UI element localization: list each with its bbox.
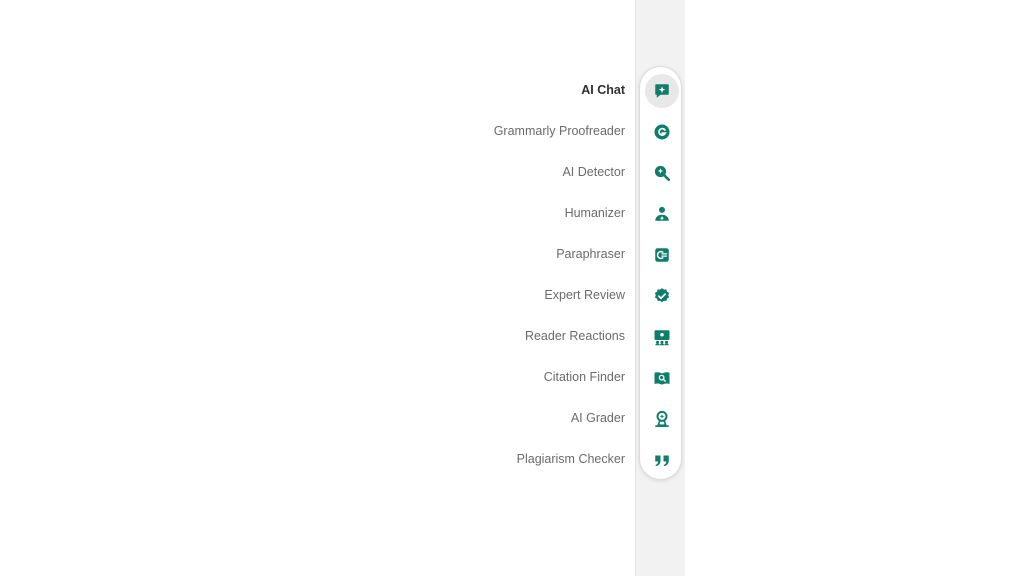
grammarly-icon [654,124,669,139]
reader-reactions-button[interactable] [640,316,683,357]
paraphraser-button[interactable] [640,234,683,275]
tool-label-ai-chat[interactable]: AI Chat [380,69,625,110]
agent-toolbar [639,66,682,480]
plagiarism-checker-icon [654,455,669,466]
tool-labels: AI Chat Grammarly Proofreader AI Detecto… [380,69,625,479]
ai-detector-button[interactable] [640,152,683,193]
ai-chat-icon [654,83,669,98]
citation-finder-icon [654,371,669,385]
tool-label-citation-finder[interactable]: Citation Finder [380,356,625,397]
tool-label-grammarly-proofreader[interactable]: Grammarly Proofreader [380,110,625,151]
ai-grader-icon [654,410,669,427]
expert-review-icon [654,287,669,302]
ai-grader-button[interactable] [640,398,683,439]
ai-chat-button[interactable] [640,70,683,111]
expert-review-button[interactable] [640,275,683,316]
tool-label-humanizer[interactable]: Humanizer [380,192,625,233]
tool-label-plagiarism-checker[interactable]: Plagiarism Checker [380,438,625,479]
grammarly-proofreader-button[interactable] [640,111,683,152]
tool-label-ai-detector[interactable]: AI Detector [380,151,625,192]
humanizer-button[interactable] [640,193,683,234]
tool-label-ai-grader[interactable]: AI Grader [380,397,625,438]
tool-label-expert-review[interactable]: Expert Review [380,274,625,315]
paraphraser-icon [654,247,669,262]
reader-reactions-icon [654,329,669,345]
citation-finder-button[interactable] [640,357,683,398]
plagiarism-checker-button[interactable] [640,439,683,480]
humanizer-icon [654,206,669,221]
tool-label-reader-reactions[interactable]: Reader Reactions [380,315,625,356]
tool-label-paraphraser[interactable]: Paraphraser [380,233,625,274]
active-highlight [644,73,679,108]
ai-detector-icon [654,165,670,181]
